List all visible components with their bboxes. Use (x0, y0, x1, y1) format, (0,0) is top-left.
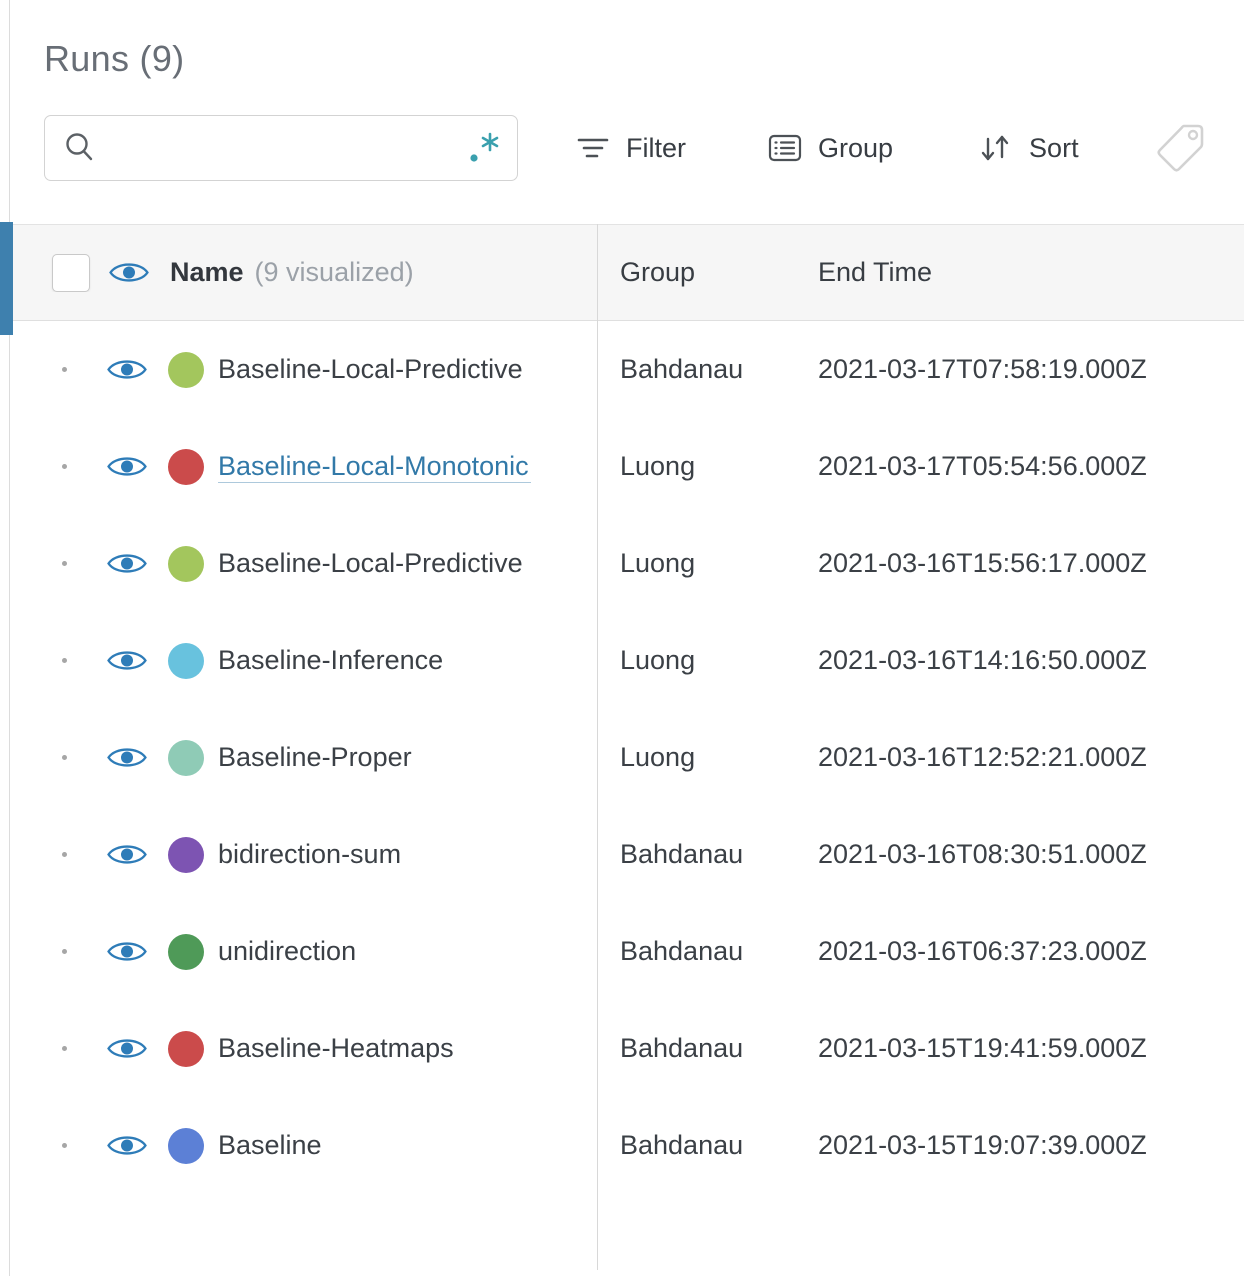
run-color-dot[interactable] (168, 1127, 204, 1164)
run-group-cell[interactable]: Luong (597, 548, 795, 579)
drag-handle-dot[interactable] (62, 658, 67, 663)
table-row: bidirection-sum Bahdanau 2021-03-16T08:3… (10, 806, 1244, 903)
sort-icon (975, 128, 1015, 168)
table-row: Baseline Bahdanau 2021-03-15T19:07:39.00… (10, 1097, 1244, 1194)
table-row: Baseline-Inference Luong 2021-03-16T14:1… (10, 612, 1244, 709)
scroll-accent-bar[interactable] (0, 222, 13, 335)
run-color-dot[interactable] (168, 448, 204, 485)
run-color-dot[interactable] (168, 739, 204, 776)
group-column-header[interactable]: Group (597, 257, 795, 288)
run-end-time-cell: 2021-03-17T07:58:19.000Z (818, 354, 1147, 384)
run-end-time-cell: 2021-03-16T12:52:21.000Z (818, 742, 1147, 772)
tag-icon[interactable] (1155, 120, 1207, 176)
run-group-cell[interactable]: Bahdanau (597, 1130, 795, 1161)
run-group-cell[interactable]: Bahdanau (597, 354, 795, 385)
search-box[interactable] (44, 115, 518, 181)
run-group-cell[interactable]: Luong (597, 451, 795, 482)
page-title: Runs (9) (44, 38, 185, 79)
run-end-time-cell: 2021-03-17T05:54:56.000Z (818, 451, 1147, 481)
drag-handle-dot[interactable] (62, 949, 67, 954)
run-group-cell[interactable]: Luong (597, 645, 795, 676)
panel-left-border (9, 0, 10, 1276)
run-end-time-cell: 2021-03-16T08:30:51.000Z (818, 839, 1147, 869)
filter-label: Filter (626, 132, 686, 163)
run-name-link[interactable]: Baseline-Heatmaps (218, 1033, 597, 1064)
filter-icon (574, 129, 612, 167)
visibility-eye-icon[interactable] (107, 550, 147, 577)
run-end-time-cell: 2021-03-15T19:07:39.000Z (818, 1130, 1147, 1160)
run-group-cell[interactable]: Bahdanau (597, 936, 795, 967)
drag-handle-dot[interactable] (62, 367, 67, 372)
runs-panel-header: Runs (9) Filter Group Sort (0, 0, 1244, 182)
visibility-eye-icon[interactable] (107, 938, 147, 965)
table-row: Baseline-Proper Luong 2021-03-16T12:52:2… (10, 709, 1244, 806)
drag-handle-dot[interactable] (62, 852, 67, 857)
filter-button[interactable]: Filter (574, 129, 686, 167)
run-end-time-cell: 2021-03-16T15:56:17.000Z (818, 548, 1147, 578)
run-group-cell[interactable]: Bahdanau (597, 1033, 795, 1064)
run-name-link[interactable]: Baseline-Proper (218, 742, 597, 773)
visibility-all-eye-icon[interactable] (109, 259, 149, 286)
select-all-checkbox[interactable] (52, 253, 90, 292)
run-color-dot[interactable] (168, 351, 204, 388)
name-column-header[interactable]: Name (170, 257, 244, 288)
run-end-time-cell: 2021-03-16T14:16:50.000Z (818, 645, 1147, 675)
run-group-cell[interactable]: Bahdanau (597, 839, 795, 870)
search-input[interactable] (109, 131, 465, 165)
sort-label: Sort (1029, 132, 1079, 163)
drag-handle-dot[interactable] (62, 561, 67, 566)
run-name-link[interactable]: Baseline-Inference (218, 645, 597, 676)
drag-handle-dot[interactable] (62, 755, 67, 760)
run-color-dot[interactable] (168, 1030, 204, 1067)
run-color-dot[interactable] (168, 933, 204, 970)
run-color-dot[interactable] (168, 545, 204, 582)
run-name-link[interactable]: Baseline (218, 1130, 597, 1161)
visibility-eye-icon[interactable] (107, 647, 147, 674)
run-name-link[interactable]: Baseline-Local-Predictive (218, 354, 597, 385)
table-row: Baseline-Heatmaps Bahdanau 2021-03-15T19… (10, 1000, 1244, 1097)
sort-button[interactable]: Sort (975, 128, 1079, 168)
end-time-column-header[interactable]: End Time (795, 257, 1244, 288)
run-group-cell[interactable]: Luong (597, 742, 795, 773)
run-end-time-cell: 2021-03-16T06:37:23.000Z (818, 936, 1147, 966)
table-body: Baseline-Local-Predictive Bahdanau 2021-… (10, 321, 1244, 1194)
group-icon (766, 129, 804, 167)
group-button[interactable]: Group (766, 129, 893, 167)
run-name-link[interactable]: bidirection-sum (218, 839, 597, 870)
runs-toolbar: Filter Group Sort (44, 114, 1244, 182)
group-label: Group (818, 132, 894, 163)
drag-handle-dot[interactable] (62, 1143, 67, 1148)
visibility-eye-icon[interactable] (107, 1132, 147, 1159)
visibility-eye-icon[interactable] (107, 356, 147, 383)
table-row: Baseline-Local-Monotonic Luong 2021-03-1… (10, 418, 1244, 515)
visibility-eye-icon[interactable] (107, 453, 147, 480)
regex-toggle-icon[interactable] (465, 129, 503, 167)
visibility-eye-icon[interactable] (107, 841, 147, 868)
table-row: Baseline-Local-Predictive Bahdanau 2021-… (10, 321, 1244, 418)
run-end-time-cell: 2021-03-15T19:41:59.000Z (818, 1033, 1147, 1063)
run-color-dot[interactable] (168, 836, 204, 873)
run-name-link[interactable]: unidirection (218, 936, 597, 967)
run-name-link[interactable]: Baseline-Local-Monotonic (218, 451, 531, 483)
column-divider[interactable] (597, 224, 598, 1270)
run-color-dot[interactable] (168, 642, 204, 679)
table-row: Baseline-Local-Predictive Luong 2021-03-… (10, 515, 1244, 612)
drag-handle-dot[interactable] (62, 464, 67, 469)
run-name-link[interactable]: Baseline-Local-Predictive (218, 548, 597, 579)
search-icon (63, 131, 97, 165)
visibility-eye-icon[interactable] (107, 1035, 147, 1062)
runs-table: Name (9 visualized) Group End Time Basel… (10, 224, 1244, 1270)
visualized-count-label: (9 visualized) (254, 257, 414, 287)
drag-handle-dot[interactable] (62, 1046, 67, 1051)
visibility-eye-icon[interactable] (107, 744, 147, 771)
table-header-row: Name (9 visualized) Group End Time (10, 224, 1244, 321)
table-row: unidirection Bahdanau 2021-03-16T06:37:2… (10, 903, 1244, 1000)
